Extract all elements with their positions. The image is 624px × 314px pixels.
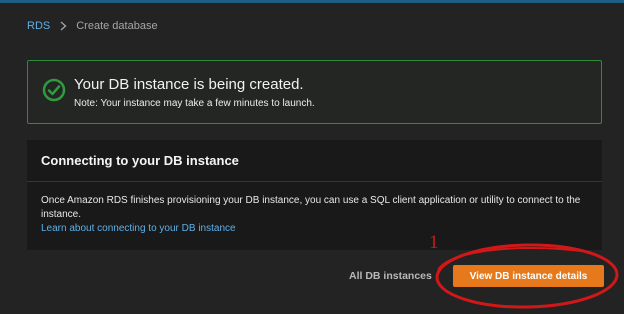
breadcrumb: RDS Create database (27, 20, 158, 32)
chevron-right-icon (60, 21, 67, 31)
breadcrumb-current: Create database (76, 20, 158, 32)
connect-panel-title: Connecting to your DB instance (41, 153, 239, 168)
connect-panel-header: Connecting to your DB instance (27, 140, 602, 182)
top-border (0, 0, 624, 3)
connect-learn-link[interactable]: Learn about connecting to your DB instan… (41, 223, 236, 234)
connect-panel: Connecting to your DB instance Once Amaz… (27, 140, 602, 250)
view-db-instance-details-button[interactable]: View DB instance details (453, 265, 604, 287)
success-alert: Your DB instance is being created. Note:… (27, 60, 602, 124)
connect-panel-body: Once Amazon RDS finishes provisioning yo… (41, 195, 581, 220)
check-circle-icon (42, 78, 66, 102)
breadcrumb-rds-link[interactable]: RDS (27, 20, 50, 32)
annotation-number: 1 (429, 232, 439, 253)
all-db-instances-button[interactable]: All DB instances (349, 270, 432, 282)
success-title: Your DB instance is being created. (74, 76, 304, 93)
success-note: Note: Your instance may take a few minut… (74, 98, 315, 109)
